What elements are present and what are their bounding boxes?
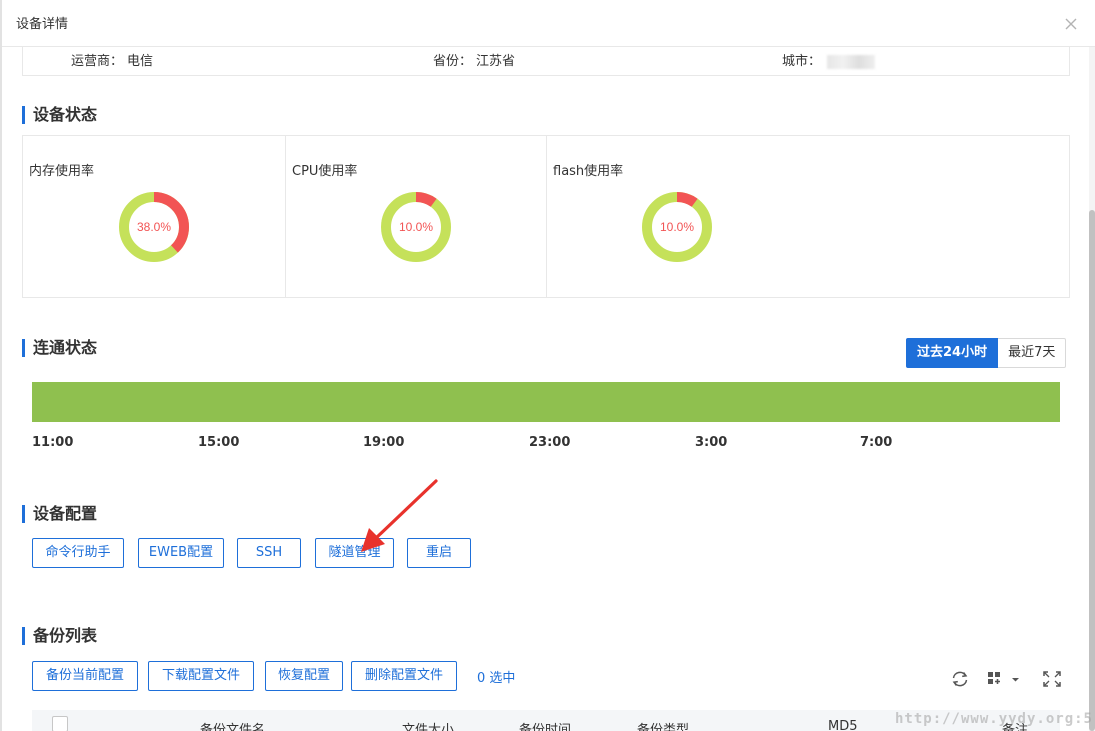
time-tick: 7:00: [860, 435, 893, 450]
time-tick: 11:00: [32, 435, 74, 450]
scrollbar-thumb[interactable]: [1089, 210, 1095, 731]
province-value: 江苏省: [476, 54, 516, 69]
red-arrow-annotation: [355, 478, 445, 558]
column-header[interactable]: MD5: [828, 719, 858, 731]
column-header[interactable]: 备份时间: [519, 719, 571, 731]
close-icon[interactable]: [1065, 18, 1077, 30]
province-info: 省份： 江苏省: [433, 50, 515, 69]
time-tick: 3:00: [695, 435, 728, 450]
modal-header: 设备详情: [0, 0, 1095, 47]
range-7d-button[interactable]: 最近7天: [998, 338, 1067, 368]
operator-value: 电信: [127, 54, 154, 69]
device-detail-modal: 设备详情 运营商： 电信 省份： 江苏省 城市： 设备状态 内存使用率 38.0%: [0, 0, 1095, 731]
column-header[interactable]: 备份类型: [637, 719, 689, 731]
column-header[interactable]: 备份文件名: [200, 719, 265, 731]
gauge-value: 10.0%: [399, 220, 433, 234]
device-status-title: 设备状态: [22, 106, 97, 124]
eweb-config-button[interactable]: EWEB配置: [138, 538, 224, 568]
operator-info: 运营商： 电信: [71, 50, 153, 69]
range-24h-button[interactable]: 过去24小时: [906, 338, 999, 368]
modal-title: 设备详情: [16, 17, 69, 32]
connectivity-title: 连通状态: [22, 339, 97, 357]
connectivity-timeline-bar: [32, 382, 1060, 422]
gauge-ring: 10.0%: [642, 192, 712, 262]
time-tick: 15:00: [198, 435, 240, 450]
gauge-memory: 内存使用率 38.0%: [23, 136, 285, 297]
city-label: 城市：: [782, 54, 822, 69]
backup-current-config-button[interactable]: 备份当前配置: [32, 661, 138, 691]
city-value-redacted: [827, 54, 876, 69]
gauge-flash: flash使用率 10.0%: [546, 136, 1069, 297]
operator-label: 运营商：: [71, 54, 124, 69]
ssh-button[interactable]: SSH: [237, 538, 301, 568]
download-config-button[interactable]: 下载配置文件: [148, 661, 254, 691]
left-edge: [0, 0, 2, 731]
device-config-title: 设备配置: [22, 505, 97, 523]
cli-assistant-button[interactable]: 命令行助手: [32, 538, 124, 568]
select-all-checkbox[interactable]: [52, 716, 68, 731]
gauge-label: 内存使用率: [29, 164, 95, 179]
gauge-value: 38.0%: [137, 220, 171, 234]
province-label: 省份：: [433, 54, 473, 69]
gauge-value: 10.0%: [660, 220, 694, 234]
backup-list-title: 备份列表: [22, 627, 97, 645]
refresh-icon[interactable]: [950, 670, 970, 688]
time-range-toggle: 过去24小时 最近7天: [906, 338, 1067, 368]
gauge-label: flash使用率: [553, 164, 624, 179]
selected-count: 0 选中: [477, 671, 516, 686]
restore-config-button[interactable]: 恢复配置: [265, 661, 343, 691]
city-info: 城市：: [782, 50, 876, 69]
time-tick: 23:00: [529, 435, 571, 450]
delete-config-button[interactable]: 删除配置文件: [351, 661, 457, 691]
time-tick: 19:00: [363, 435, 405, 450]
gauge-ring: 38.0%: [119, 192, 189, 262]
gauge-panel: 内存使用率 38.0% CPU使用率 10.0% flash使用率 10.0%: [22, 135, 1070, 298]
gauge-ring: 10.0%: [381, 192, 451, 262]
fullscreen-icon[interactable]: [1042, 670, 1062, 688]
columns-icon[interactable]: [987, 670, 1023, 688]
gauge-cpu: CPU使用率 10.0%: [285, 136, 546, 297]
watermark: http://www.yydy.org:5: [894, 711, 1093, 727]
column-header[interactable]: 文件大小: [402, 719, 454, 731]
gauge-label: CPU使用率: [292, 164, 358, 179]
